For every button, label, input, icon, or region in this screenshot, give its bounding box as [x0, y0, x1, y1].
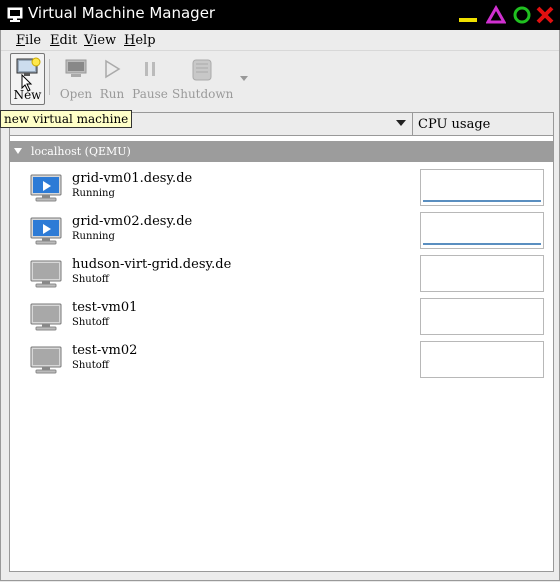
- close-icon[interactable]: [535, 5, 555, 25]
- vm-row[interactable]: grid-vm02.desy.de Running: [10, 209, 553, 252]
- cpu-usage-graph: [420, 169, 544, 206]
- menu-help[interactable]: Help: [124, 33, 156, 48]
- group-label: localhost (QEMU): [31, 145, 131, 158]
- shutdown-icon: [192, 59, 212, 81]
- vm-status: Shutoff: [72, 360, 109, 371]
- monitor-off-icon: [30, 346, 62, 374]
- vm-row[interactable]: grid-vm01.desy.de Running: [10, 166, 553, 209]
- shutdown-label: Shutdown: [172, 87, 234, 101]
- vm-list: Name CPU usage localhost (QEMU) grid-vm0…: [9, 112, 554, 572]
- monitor-running-icon: [30, 174, 62, 202]
- pause-icon: [145, 62, 155, 76]
- cpu-usage-line: [423, 200, 541, 202]
- shutdown-dropdown-icon[interactable]: [239, 74, 249, 82]
- monitor-off-icon: [30, 303, 62, 331]
- open-button[interactable]: Open: [59, 51, 93, 103]
- vm-status: Shutoff: [72, 274, 109, 285]
- menu-view[interactable]: View: [84, 33, 116, 48]
- minimize-icon[interactable]: [458, 5, 478, 25]
- monitor-running-icon: [30, 217, 62, 245]
- maximize-icon[interactable]: [486, 5, 506, 25]
- menu-edit[interactable]: Edit: [50, 33, 77, 48]
- pause-button[interactable]: Pause: [131, 51, 169, 103]
- window-title: Virtual Machine Manager: [28, 4, 216, 22]
- menu-bar: File Edit View Help: [1, 30, 559, 51]
- sort-arrow-icon: [396, 120, 406, 126]
- vm-row[interactable]: test-vm01 Shutoff: [10, 295, 553, 338]
- vm-row[interactable]: hudson-virt-grid.desy.de Shutoff: [10, 252, 553, 295]
- vm-name: test-vm01: [72, 300, 138, 315]
- toolbar: New Open Run Pause Shutdown: [1, 51, 559, 107]
- column-header-cpu[interactable]: CPU usage: [413, 113, 553, 135]
- cpu-usage-graph: [420, 255, 544, 292]
- vm-name: grid-vm01.desy.de: [72, 171, 193, 186]
- pause-label: Pause: [132, 87, 168, 101]
- vm-name: grid-vm02.desy.de: [72, 214, 193, 229]
- run-label: Run: [99, 87, 125, 101]
- tooltip: new virtual machine: [0, 110, 133, 128]
- new-label: New: [13, 88, 42, 102]
- cpu-usage-graph: [420, 212, 544, 249]
- open-label: Open: [59, 87, 93, 101]
- vm-status: Running: [72, 188, 115, 199]
- cpu-usage-line: [423, 243, 541, 245]
- vm-name: test-vm02: [72, 343, 138, 358]
- vm-name: hudson-virt-grid.desy.de: [72, 257, 232, 272]
- expander-icon[interactable]: [14, 148, 22, 154]
- vm-row[interactable]: test-vm02 Shutoff: [10, 338, 553, 381]
- run-button[interactable]: Run: [97, 51, 127, 103]
- menu-file[interactable]: File: [16, 33, 41, 48]
- play-icon: [105, 59, 121, 79]
- vm-status: Running: [72, 231, 115, 242]
- title-bar[interactable]: Virtual Machine Manager: [0, 0, 560, 30]
- group-row-localhost[interactable]: localhost (QEMU): [10, 141, 553, 162]
- app-monitor-icon: [7, 7, 23, 22]
- cpu-usage-graph: [420, 341, 544, 378]
- restore-icon[interactable]: [512, 5, 532, 25]
- column-cpu-label: CPU usage: [418, 117, 491, 132]
- toolbar-separator: [49, 59, 50, 95]
- cpu-usage-graph: [420, 298, 544, 335]
- new-button[interactable]: New: [10, 53, 45, 105]
- shutdown-button[interactable]: Shutdown: [172, 51, 234, 103]
- monitor-off-icon: [30, 260, 62, 288]
- vm-status: Shutoff: [72, 317, 109, 328]
- monitor-open-icon: [65, 59, 87, 77]
